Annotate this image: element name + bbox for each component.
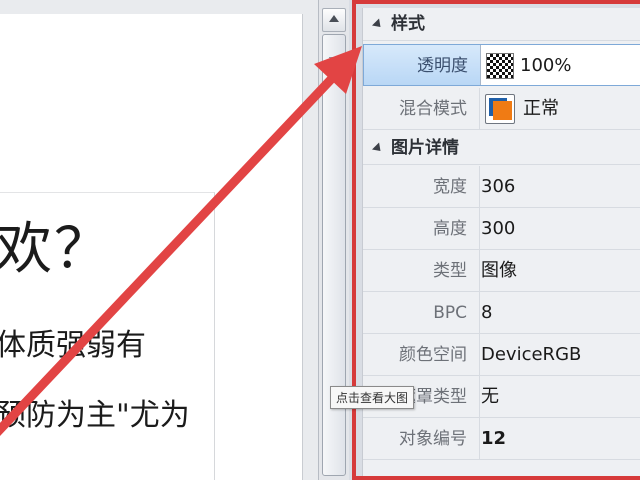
scroll-thumb[interactable] — [322, 34, 346, 476]
tooltip: 点击查看大图 — [330, 386, 415, 409]
document-page[interactable]: 欢？ 体质强弱有 预防为主"尤为 — [0, 14, 303, 480]
grip-icon — [329, 57, 339, 69]
document-text-line: 欢？ — [0, 217, 112, 282]
document-view[interactable]: 欢？ 体质强弱有 预防为主"尤为 — [0, 0, 318, 480]
document-text-line: 预防为主"尤为 — [0, 398, 190, 433]
document-text-line: 体质强弱有 — [0, 328, 146, 363]
scroll-up-arrow-icon[interactable] — [322, 8, 346, 32]
